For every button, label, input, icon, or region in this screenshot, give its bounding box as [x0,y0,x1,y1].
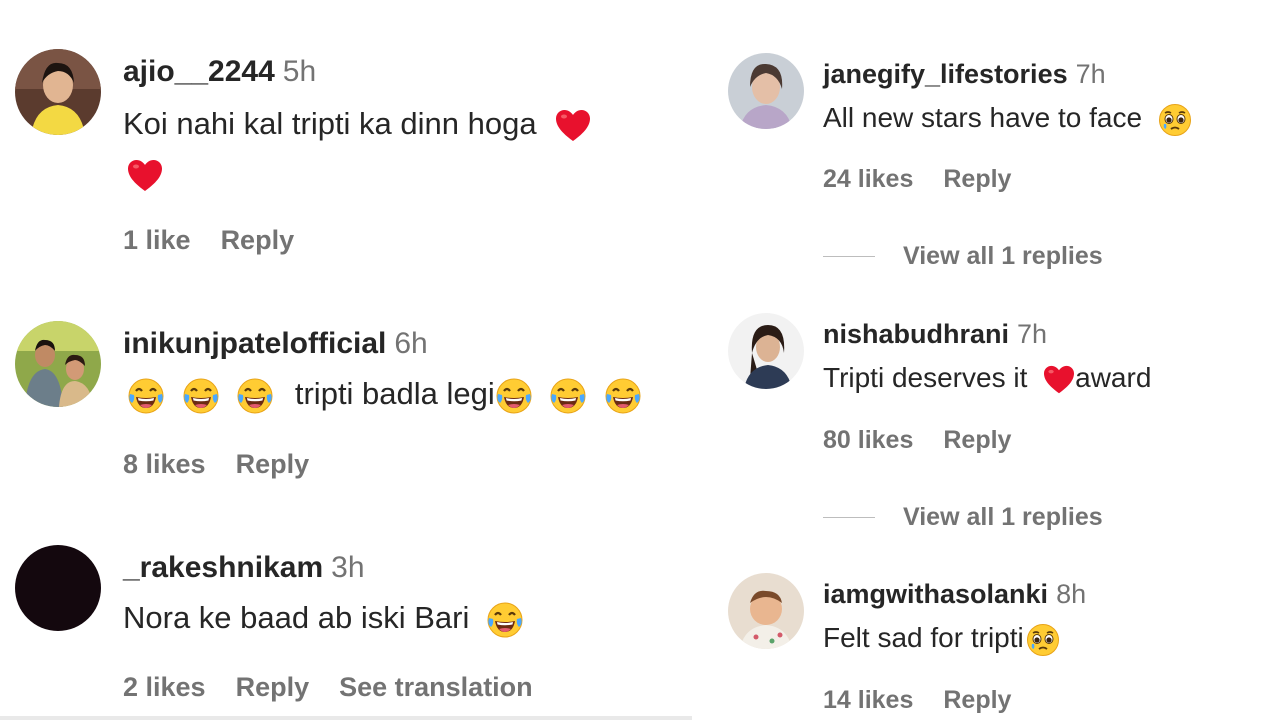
comment-text: Felt sad for tripti [823,618,1263,658]
comment-text: Nora ke baad ab iski Bari [123,594,688,642]
laughing-face-icon [486,601,524,639]
timestamp[interactable]: 8h [1056,579,1086,609]
pleading-face-icon [1026,623,1060,657]
comment-item: _rakeshnikam 3h Nora ke baad ab iski Bari… [0,0,692,716]
avatar[interactable] [15,545,101,631]
comment-actions: 14 likes Reply [823,686,1041,715]
see-translation-link[interactable]: See translation [339,672,533,702]
comment-actions: 2 likes Reply See translation [123,672,563,703]
comment-item: iamgwithasolanki 8h Felt sad for tripti 1… [692,0,1280,720]
comment-header: _rakeshnikam 3h [123,551,365,585]
comments-column-left: ajio__2244 5h Koi nahi kal tripti ka dinn… [0,0,692,720]
likes-count[interactable]: 2 likes [123,672,206,702]
comments-column-right: janegify_lifestories 7h All new stars hav… [692,0,1280,720]
divider [0,716,692,720]
timestamp[interactable]: 3h [331,551,364,584]
comment-header: iamgwithasolanki 8h [823,579,1086,610]
likes-count[interactable]: 14 likes [823,686,913,714]
avatar[interactable] [728,573,804,649]
comment-text-body: Nora ke baad ab iski Bari [123,600,470,635]
comment-text-body: Felt sad for tripti [823,622,1024,653]
reply-button[interactable]: Reply [236,672,310,702]
username[interactable]: iamgwithasolanki [823,579,1048,609]
reply-button[interactable]: Reply [943,686,1011,714]
username[interactable]: _rakeshnikam [123,551,323,584]
